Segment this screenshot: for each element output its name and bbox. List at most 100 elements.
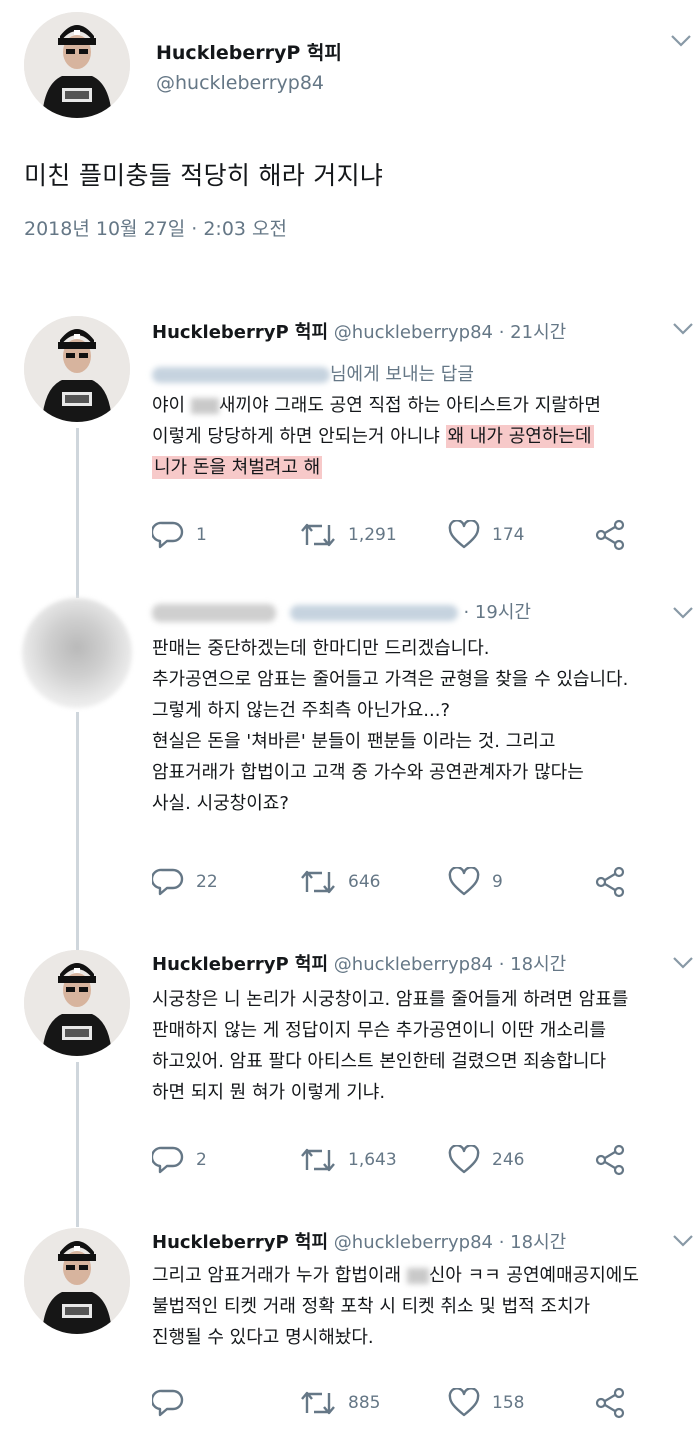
like-button[interactable]: 9 [448,865,503,899]
tweet-actions: 22 646 9 [152,865,652,899]
reply-line: 니가 돈을 쳐벌려고 해 [152,452,692,483]
reply-line: 암표거래가 합법이고 고객 중 가수와 공연관계자가 많다는 [152,762,584,783]
reply-time[interactable]: · 19시간 [463,602,530,623]
retweet-button[interactable]: 885 [300,1386,380,1420]
avatar[interactable] [24,1228,130,1334]
avatar[interactable] [24,316,130,422]
reply-line: 추가공연으로 암표는 줄어들고 가격은 균형을 찾을 수 있습니다. [152,669,629,690]
share-icon [595,519,625,551]
retweet-button[interactable]: 646 [300,865,380,899]
author-name[interactable]: HuckleberryP 헉피 [152,1232,328,1253]
heart-icon [448,867,480,896]
retweet-icon [301,1148,335,1172]
author-handle[interactable]: @huckleberryp84 [334,322,493,343]
reply-header: HuckleberryP 헉피 @huckleberryp84 · 18시간 [152,1228,566,1254]
like-count: 9 [492,872,503,892]
reply-icon [152,1389,184,1417]
reply-to-label: 님에게 보내는 답글 [330,364,474,385]
reply-count: 22 [196,872,218,892]
share-button[interactable] [594,1143,626,1177]
reply-line: 이렇게 당당하게 하면 안되는거 아니냐 왜 내가 공연하는데 [152,425,594,448]
like-count: 246 [492,1150,525,1170]
reply-icon [152,521,184,549]
author-name[interactable]: HuckleberryP 헉피 [156,38,342,65]
reply-count: 2 [196,1150,207,1170]
avatar[interactable] [24,12,130,118]
highlighted-text: 왜 내가 공연하는데 [445,425,594,448]
reply-line: 사실. 시궁창이죠? [152,793,289,814]
chevron-down-icon[interactable] [672,606,694,620]
reply-line: 판매는 중단하겠는데 한마디만 드리겠습니다. [152,638,490,659]
reply-body: 야이 새끼야 그래도 공연 직접 하는 아티스트가 지랄하면 이렇게 당당하게 … [152,390,692,483]
thread-line [76,428,79,598]
reply-line: 판매하지 않는 게 정답이지 무슨 추가공연이니 이딴 개소리를 [152,1020,607,1041]
tweet-actions: 2 1,643 246 [152,1143,652,1177]
reply-line: 진행될 수 있다고 명시해놨다. [152,1327,374,1348]
blurred-username [152,367,330,383]
share-icon [595,1144,625,1176]
tweet-actions: 1 1,291 174 [152,518,652,552]
like-count: 158 [492,1393,525,1413]
author-handle[interactable]: @huckleberryp84 [334,1232,493,1253]
reply-button[interactable] [152,1386,196,1420]
retweet-count: 1,643 [348,1150,397,1170]
reply-button[interactable]: 2 [152,1143,207,1177]
blurred-author-name[interactable] [152,604,276,622]
retweet-count: 646 [348,872,381,892]
retweet-button[interactable]: 1,291 [300,518,397,552]
reply-time[interactable]: · 18시간 [499,954,566,975]
like-button[interactable]: 174 [448,518,524,552]
author-handle[interactable]: @huckleberryp84 [334,954,493,975]
avatar[interactable] [22,598,132,708]
share-button[interactable] [594,518,626,552]
reply-count: 1 [196,525,207,545]
reply-header: · 19시간 [152,598,531,624]
reply-line: 불법적인 티켓 거래 정확 포착 시 티켓 취소 및 법적 조치가 [152,1296,591,1317]
chevron-down-icon[interactable] [670,34,692,48]
retweet-count: 1,291 [348,525,397,545]
thread-line [76,1062,79,1227]
chevron-down-icon[interactable] [672,322,694,336]
reply-icon [152,868,184,896]
highlighted-text: 니가 돈을 쳐벌려고 해 [152,456,323,479]
reply-line: 하고있어. 암표 팔다 아티스트 본인한테 걸렸으면 죄송합니다 [152,1051,607,1072]
censored-word [190,398,219,414]
reply-header: HuckleberryP 헉피 @huckleberryp84 · 18시간 [152,950,566,976]
share-button[interactable] [594,1386,626,1420]
reply-line: 야이 새끼야 그래도 공연 직접 하는 아티스트가 지랄하면 [152,395,601,416]
reply-button[interactable]: 22 [152,865,218,899]
retweet-button[interactable]: 1,643 [300,1143,397,1177]
chevron-down-icon[interactable] [672,956,694,970]
like-count: 174 [492,525,525,545]
reply-line: 시궁창은 니 논리가 시궁창이고. 암표를 줄어들게 하려면 암표를 [152,989,629,1010]
author-name[interactable]: HuckleberryP 헉피 [152,322,328,343]
like-button[interactable]: 246 [448,1143,524,1177]
heart-icon [448,520,480,549]
thread-line [76,712,79,952]
reply-body: 그리고 암표거래가 누가 합법이래 신아 ㅋㅋ 공연예매공지에도 불법적인 티켓… [152,1260,692,1353]
reply-header: HuckleberryP 헉피 @huckleberryp84 · 21시간 [152,318,566,344]
avatar[interactable] [24,950,130,1056]
reply-time[interactable]: · 21시간 [499,322,566,343]
retweet-icon [301,523,335,547]
tweet-text: 미친 플미충들 적당히 해라 거지냐 [24,161,384,190]
reply-line: 그렇게 하지 않는건 주최측 아닌가요...? [152,700,451,721]
retweet-icon [301,1391,335,1415]
blurred-author-handle[interactable] [289,605,458,621]
share-button[interactable] [594,865,626,899]
reply-icon [152,1146,184,1174]
reply-to-line: 님에게 보내는 답글 [152,360,474,386]
reply-time[interactable]: · 18시간 [499,1232,566,1253]
tweet-timestamp[interactable]: 2018년 10월 27일 · 2:03 오전 [24,214,287,241]
like-button[interactable]: 158 [448,1386,524,1420]
tweet-actions: 885 158 [152,1386,652,1420]
heart-icon [448,1388,480,1417]
reply-body: 판매는 중단하겠는데 한마디만 드리겠습니다. 추가공연으로 암표는 줄어들고 … [152,633,692,819]
author-handle[interactable]: @huckleberryp84 [156,72,324,94]
heart-icon [448,1145,480,1174]
chevron-down-icon[interactable] [672,1234,694,1248]
reply-body: 시궁창은 니 논리가 시궁창이고. 암표를 줄어들게 하려면 암표를 판매하지 … [152,984,692,1108]
share-icon [595,1387,625,1419]
author-name[interactable]: HuckleberryP 헉피 [152,954,328,975]
reply-button[interactable]: 1 [152,518,207,552]
